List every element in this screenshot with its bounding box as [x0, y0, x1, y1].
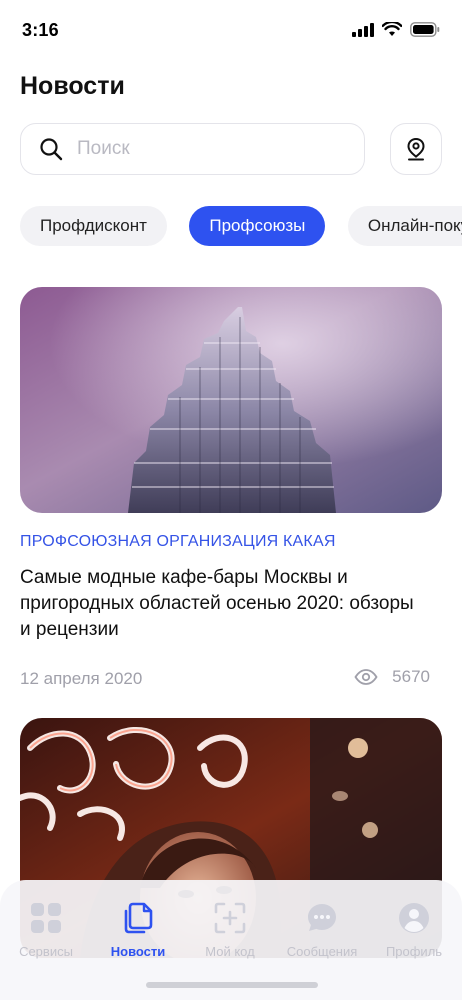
- chat-icon: [304, 900, 340, 936]
- chip-unions[interactable]: Профсоюзы: [189, 206, 326, 246]
- location-button[interactable]: [390, 123, 442, 175]
- tab-label: Профиль: [385, 944, 443, 959]
- category-chips: Профдисконт Профсоюзы Онлайн-покупки: [20, 206, 462, 246]
- news-meta: 12 апреля 2020 5670: [20, 667, 442, 691]
- tab-label: Новости: [110, 944, 166, 959]
- tab-news[interactable]: Новости: [92, 900, 184, 959]
- news-title: Самые модные кафе-бары Москвы и пригород…: [20, 567, 414, 640]
- search-input[interactable]: [77, 138, 317, 160]
- tab-label: Мой код: [205, 944, 255, 959]
- page-title: Новости: [20, 72, 125, 100]
- search-icon: [39, 137, 63, 161]
- tab-profile[interactable]: Профиль: [368, 900, 460, 959]
- grid-icon: [28, 900, 64, 936]
- news-date: 12 апреля 2020: [20, 669, 143, 688]
- documents-icon: [120, 900, 156, 936]
- views-count: 5670: [392, 667, 430, 686]
- tab-messages[interactable]: Сообщения: [276, 900, 368, 959]
- tab-services[interactable]: Сервисы: [0, 900, 92, 959]
- user-icon: [396, 900, 432, 936]
- news-views: 5670: [354, 667, 430, 687]
- chip-profdiscount[interactable]: Профдисконт: [20, 206, 167, 246]
- wifi-icon: [382, 22, 402, 36]
- battery-icon: [410, 22, 440, 37]
- search-box[interactable]: [20, 123, 365, 175]
- news-category: ПРОФСОЮЗНАЯ ОРГАНИЗАЦИЯ КАКАЯ: [20, 533, 336, 550]
- news-image-tower: [20, 287, 442, 513]
- tab-label: Сервисы: [19, 944, 73, 959]
- tab-label: Сообщения: [286, 944, 358, 959]
- status-time: 3:16: [22, 20, 59, 40]
- home-indicator: [146, 982, 318, 988]
- cellular-signal-icon: [352, 22, 374, 37]
- location-pin-icon: [407, 137, 425, 161]
- status-bar: 3:16: [0, 0, 462, 60]
- qr-add-icon: [212, 900, 248, 936]
- status-icons: [352, 22, 440, 37]
- tab-my-code[interactable]: Мой код: [184, 900, 276, 959]
- chip-online-shopping[interactable]: Онлайн-покупки: [347, 206, 462, 246]
- news-card[interactable]: ПРОФСОЮЗНАЯ ОРГАНИЗАЦИЯ КАКАЯ Самые модн…: [20, 287, 442, 691]
- eye-icon: [354, 669, 378, 685]
